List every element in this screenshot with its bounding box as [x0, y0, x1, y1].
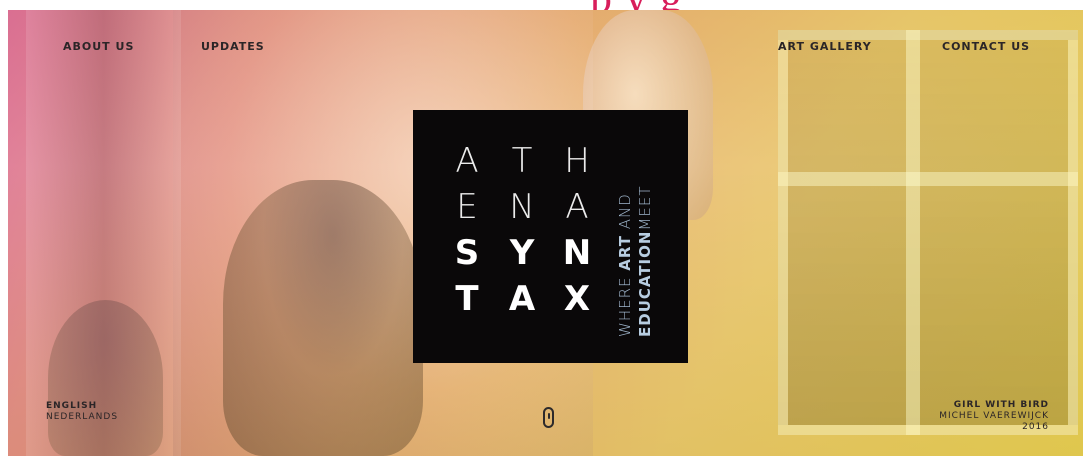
- tagline-where: WHERE: [616, 270, 634, 338]
- language-english-link[interactable]: ENGLISH: [46, 401, 118, 412]
- tagline-and: AND: [616, 193, 634, 236]
- logo-letter: A: [508, 279, 536, 319]
- nav-updates-link[interactable]: UPDATES: [201, 40, 265, 53]
- logo-row-ena: E N A: [447, 184, 597, 230]
- logo-letter: A: [565, 187, 589, 227]
- logo-letter: S: [454, 233, 480, 273]
- logo-letter: Y: [509, 233, 535, 273]
- nav-about-us-link[interactable]: ABOUT US: [63, 40, 134, 53]
- tagline-line-two: EDUCATIONMEET: [635, 147, 655, 337]
- nav-contact-us-link[interactable]: CONTACT US: [942, 40, 1030, 53]
- logo-letter: X: [563, 279, 591, 319]
- logo-letter: N: [509, 187, 535, 227]
- nav-art-gallery-link[interactable]: ART GALLERY: [778, 40, 872, 53]
- logo-letter: A: [455, 141, 479, 181]
- logo-letter: T: [511, 141, 533, 181]
- background-boy-figure: [48, 300, 163, 456]
- artwork-artist: MICHEL VAEREWIJCK: [939, 411, 1049, 421]
- background-curtain-left: [26, 10, 181, 456]
- athena-syntax-logo[interactable]: A T H E N A S Y N T A X WHERE ART AND ED…: [413, 110, 688, 363]
- language-nederlands-link[interactable]: NEDERLANDS: [46, 412, 118, 423]
- logo-row-ath: A T H: [447, 138, 597, 184]
- logo-row-tax: T A X: [447, 276, 597, 322]
- logo-tagline: WHERE ART AND EDUCATIONMEET: [615, 147, 655, 337]
- page: p y g ABOUT US UPDATES ART GALLERY CONTA…: [0, 0, 1083, 456]
- tagline-art: ART: [616, 235, 634, 271]
- logo-row-syn: S Y N: [447, 230, 597, 276]
- background-man-figure: [223, 180, 423, 456]
- artwork-credit: GIRL WITH BIRD MICHEL VAEREWIJCK 2016: [939, 400, 1049, 433]
- tagline-education: EDUCATION: [636, 230, 654, 337]
- logo-wordmark: A T H E N A S Y N T A X: [447, 138, 597, 322]
- logo-letter: H: [564, 141, 590, 181]
- language-switcher: ENGLISH NEDERLANDS: [46, 401, 118, 423]
- tagline-line-one: WHERE ART AND: [615, 147, 635, 337]
- tagline-meet: MEET: [636, 185, 654, 231]
- hero-section: ABOUT US UPDATES ART GALLERY CONTACT US …: [8, 10, 1083, 456]
- scroll-wheel-dot: [548, 413, 550, 419]
- background-window: [778, 30, 1078, 435]
- mouse-scroll-icon[interactable]: [543, 407, 554, 428]
- logo-letter: E: [456, 187, 478, 227]
- artwork-year: 2016: [1022, 422, 1049, 432]
- artwork-title: GIRL WITH BIRD: [953, 400, 1049, 410]
- logo-letter: T: [455, 279, 479, 319]
- logo-letter: N: [562, 233, 592, 273]
